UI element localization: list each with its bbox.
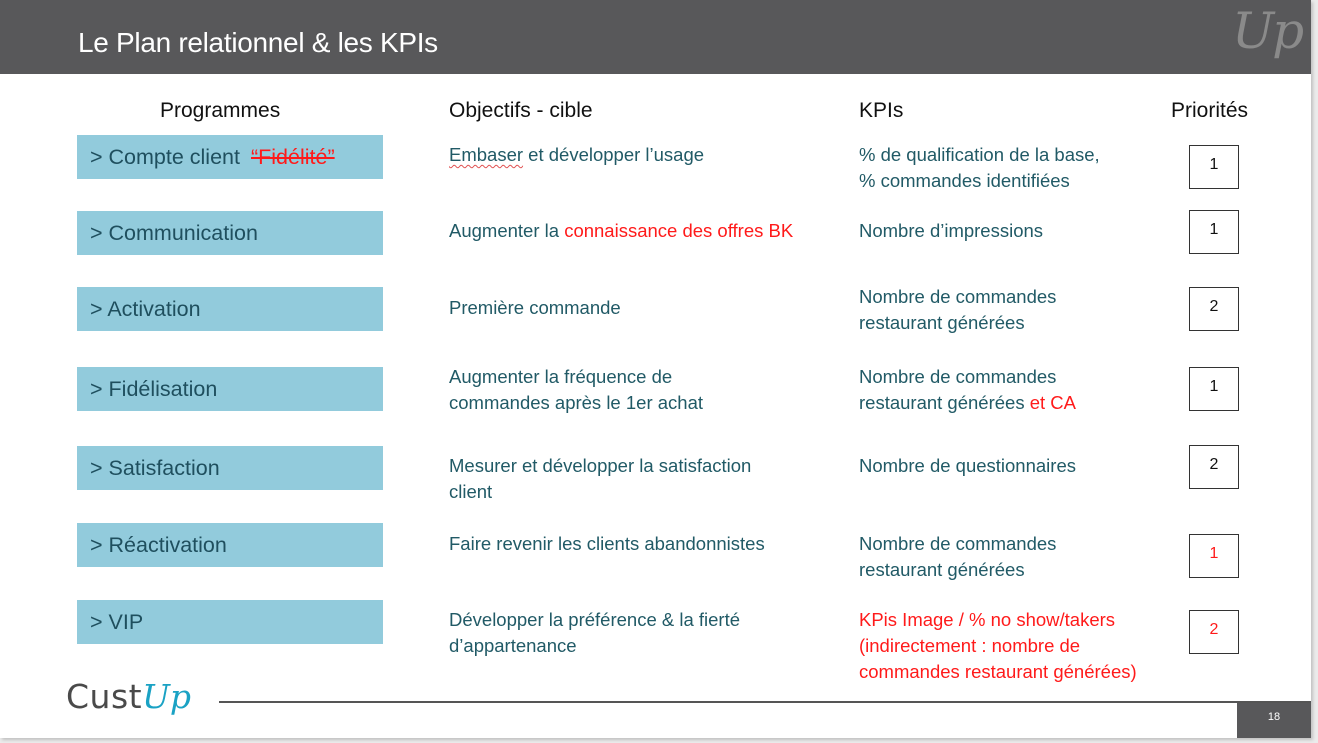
programme-label: > Activation (90, 296, 201, 321)
objectif-segment: et développer l’usage (523, 144, 705, 165)
kpi-line: Nombre de commandes (859, 286, 1057, 307)
kpi-segment-highlight: et CA (1029, 392, 1076, 413)
priority-box-communication: 1 (1189, 210, 1239, 254)
objectif-fidelisation: Augmenter la fréquence de commandes aprè… (449, 364, 839, 416)
column-header-programmes: Programmes (160, 99, 281, 122)
priority-box-compte-client: 1 (1189, 145, 1239, 189)
objectif-segment: Embaser (449, 144, 524, 165)
title-bar: Le Plan relationnel & les KPIs Up (0, 0, 1311, 74)
slide-title: Le Plan relationnel & les KPIs (78, 27, 438, 58)
programme-label: > Satisfaction (90, 455, 220, 480)
kpi-satisfaction: Nombre de questionnaires (859, 453, 1179, 479)
programme-label: > Réactivation (90, 532, 227, 557)
kpi-segment: restaurant générées (859, 392, 1030, 413)
objectif-satisfaction: Mesurer et développer la satisfaction cl… (449, 453, 839, 505)
kpi-line: Nombre de commandes (859, 366, 1057, 387)
objectif-activation: Première commande (449, 295, 839, 321)
programme-label: > Fidélisation (90, 376, 218, 401)
programme-label: > Compte client (90, 144, 240, 169)
programme-label: > VIP (90, 609, 144, 634)
objectif-line: d’appartenance (449, 635, 577, 656)
footer-divider (219, 701, 1311, 703)
kpi-fidelisation: Nombre de commandes restaurant générées … (859, 364, 1179, 416)
kpi-vip: KPis Image / % no show/takers (indirecte… (859, 607, 1179, 685)
objectif-segment-highlight: connaissance des offres BK (564, 220, 794, 241)
priority-box-satisfaction: 2 (1189, 445, 1239, 489)
kpi-line: (indirectement : nombre de (859, 635, 1081, 656)
kpi-line: KPis Image / % no show/takers (859, 609, 1116, 630)
slide: Le Plan relationnel & les KPIs Up Progra… (0, 0, 1311, 738)
programme-reactivation[interactable]: > Réactivation (77, 523, 383, 567)
objectif-segment: Faire revenir les clients abandonnistes (449, 533, 765, 554)
kpi-reactivation: Nombre de commandes restaurant générées (859, 531, 1179, 583)
kpi-line: restaurant générées et CA (859, 390, 1179, 416)
kpi-line: % de qualification de la base, (859, 144, 1100, 165)
programme-communication[interactable]: > Communication (77, 211, 383, 255)
objectif-segment: Augmenter la (449, 220, 565, 241)
objectif-line: Augmenter la fréquence de (449, 366, 673, 387)
programme-label: > Communication (90, 220, 258, 245)
objectif-line: Développer la préférence & la fierté (449, 609, 741, 630)
column-header-objectifs: Objectifs - cible (449, 99, 593, 122)
priority-box-fidelisation: 1 (1189, 367, 1239, 411)
kpi-line: commandes restaurant générées) (859, 661, 1137, 682)
logo-cust-text: Cust (66, 677, 143, 716)
objectif-line: client (449, 481, 493, 502)
kpi-line: % commandes identifiées (859, 170, 1070, 191)
programme-satisfaction[interactable]: > Satisfaction (77, 446, 383, 490)
objectif-communication: Augmenter la connaissance des offres BK (449, 218, 839, 244)
kpi-activation: Nombre de commandes restaurant générées (859, 284, 1179, 336)
priority-box-reactivation: 1 (1189, 534, 1239, 578)
page-number: 18 (1237, 703, 1311, 738)
programme-compte-client[interactable]: > Compte client “Fidélité” (77, 135, 383, 179)
custup-logo: CustUp (66, 677, 191, 716)
kpi-line: Nombre de questionnaires (859, 455, 1076, 476)
logo-up-text: Up (142, 677, 192, 716)
kpi-communication: Nombre d’impressions (859, 218, 1179, 244)
objectif-line: Mesurer et développer la satisfaction (449, 455, 752, 476)
priority-box-activation: 2 (1189, 287, 1239, 331)
programme-activation[interactable]: > Activation (77, 287, 383, 331)
objectif-line: commandes après le 1er achat (449, 392, 703, 413)
up-logo-watermark: Up (1232, 2, 1304, 60)
kpi-line: Nombre d’impressions (859, 220, 1044, 241)
priority-box-vip: 2 (1189, 610, 1239, 654)
kpi-line: restaurant générées (859, 559, 1025, 580)
objectif-segment: Première commande (449, 297, 621, 318)
kpi-compte-client: % de qualification de la base, % command… (859, 142, 1179, 194)
kpi-line: Nombre de commandes (859, 533, 1057, 554)
kpi-line: restaurant générées (859, 312, 1025, 333)
column-header-priorites: Priorités (1171, 99, 1249, 122)
column-header-kpis: KPIs (859, 99, 904, 122)
objectif-vip: Développer la préférence & la fierté d’a… (449, 607, 839, 659)
programme-vip[interactable]: > VIP (77, 600, 383, 644)
objectif-compte-client: Embaser et développer l’usage (449, 142, 839, 168)
programme-fidelisation[interactable]: > Fidélisation (77, 367, 383, 411)
struck-label-fidelite: “Fidélité” (250, 144, 335, 169)
objectif-reactivation: Faire revenir les clients abandonnistes (449, 531, 839, 557)
